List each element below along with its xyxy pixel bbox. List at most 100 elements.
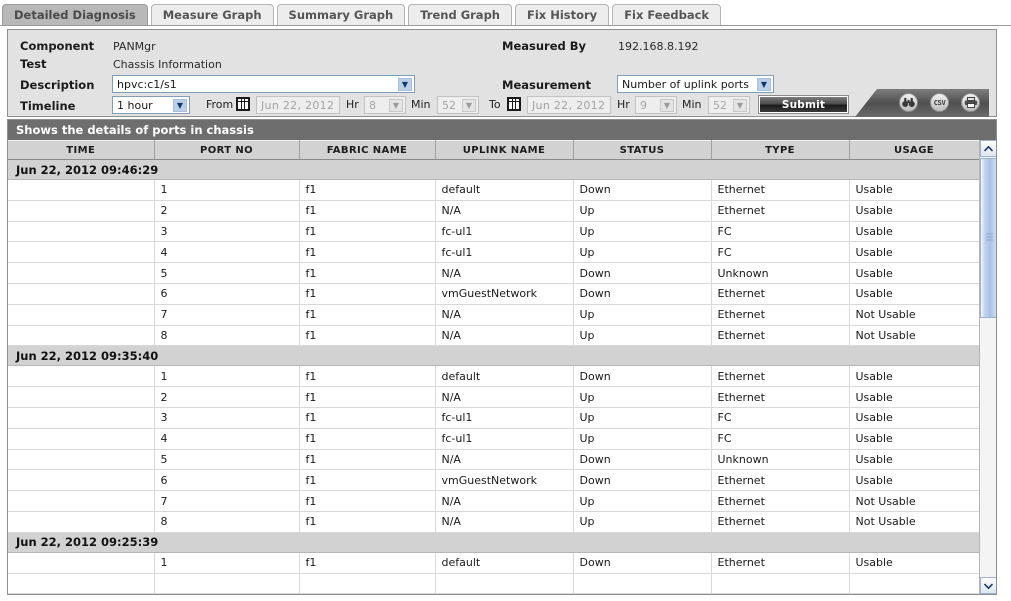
tab-fix-feedback[interactable]: Fix Feedback bbox=[612, 4, 722, 25]
column-header-fabric-name[interactable]: FABRIC NAME bbox=[299, 140, 436, 160]
cell-type: Ethernet bbox=[711, 283, 850, 305]
cell-time bbox=[8, 179, 155, 201]
table-row[interactable]: 6 f1 vmGuestNetwork Down Ethernet Usable bbox=[8, 469, 980, 492]
chevron-down-icon: ▼ bbox=[398, 78, 412, 91]
table-row[interactable]: 7 f1 N/A Up Ethernet Not Usable bbox=[8, 490, 980, 512]
table-row[interactable]: 5 f1 N/A Down Unknown Usable bbox=[8, 449, 980, 471]
table-row[interactable]: 7 f1 N/A Up Ethernet Not Usable bbox=[8, 304, 980, 326]
tab-summary-graph[interactable]: Summary Graph bbox=[276, 4, 406, 25]
tab-bar: Detailed Diagnosis Measure Graph Summary G… bbox=[0, 0, 1011, 26]
cell-fabric: f1 bbox=[299, 262, 436, 284]
tab-fix-history[interactable]: Fix History bbox=[514, 4, 610, 25]
cell-status: Down bbox=[573, 179, 712, 201]
submit-button[interactable]: Submit bbox=[758, 95, 849, 114]
to-hour-select[interactable]: 9 ▼ bbox=[635, 96, 677, 114]
group-header-row: Jun 22, 2012 09:25:39 bbox=[8, 531, 979, 553]
column-header-usage[interactable]: USAGE bbox=[849, 140, 980, 160]
binoculars-icon[interactable] bbox=[899, 93, 918, 112]
tab-detailed-diagnosis[interactable]: Detailed Diagnosis bbox=[2, 4, 148, 25]
component-label: Component bbox=[20, 39, 95, 53]
cell-time bbox=[8, 407, 155, 429]
table-row[interactable]: 3 f1 fc-ul1 Up FC Usable bbox=[8, 407, 980, 429]
cell-status: Down bbox=[573, 262, 712, 284]
cell-fabric: f1 bbox=[299, 221, 436, 243]
to-minute-select[interactable]: 52 ▼ bbox=[708, 96, 750, 114]
cell-port: 6 bbox=[154, 283, 300, 305]
table-row[interactable]: 3 f1 fc-ul1 Up FC Usable bbox=[8, 221, 980, 243]
cell-status: Up bbox=[573, 407, 712, 429]
column-header-port-no[interactable]: PORT NO bbox=[154, 140, 300, 160]
chevron-down-icon: ▼ bbox=[173, 99, 187, 112]
description-select[interactable]: hpvc:c1/s1 ▼ bbox=[112, 75, 415, 93]
cell-type bbox=[711, 573, 850, 594]
cell-time bbox=[8, 221, 155, 243]
tab-measure-graph[interactable]: Measure Graph bbox=[150, 4, 274, 25]
csv-icon[interactable]: CSV bbox=[930, 93, 949, 112]
cell-type: Ethernet bbox=[711, 365, 850, 388]
cell-time bbox=[8, 552, 155, 574]
cell-uplink: N/A bbox=[435, 449, 574, 471]
test-value: Chassis Information bbox=[113, 58, 222, 71]
query-form-panel: Component PANMgr Test Chassis Informatio… bbox=[7, 29, 997, 117]
description-label: Description bbox=[20, 78, 95, 92]
to-calendar-icon[interactable] bbox=[507, 97, 521, 111]
from-hour-select[interactable]: 8 ▼ bbox=[364, 96, 406, 114]
cell-type: FC bbox=[711, 221, 850, 243]
tab-trend-graph[interactable]: Trend Graph bbox=[408, 4, 512, 25]
cell-port: 2 bbox=[154, 200, 300, 222]
table-row[interactable]: 2 f1 N/A Up Ethernet Usable bbox=[8, 386, 980, 408]
cell-fabric: f1 bbox=[299, 304, 436, 326]
cell-status: Up bbox=[573, 386, 712, 408]
cell-time bbox=[8, 573, 155, 594]
cell-usage: Usable bbox=[849, 552, 980, 574]
column-header-time[interactable]: TIME bbox=[8, 140, 155, 160]
printer-icon[interactable] bbox=[961, 93, 980, 112]
from-minute-select[interactable]: 52 ▼ bbox=[437, 96, 479, 114]
table-row[interactable]: 5 f1 N/A Down Unknown Usable bbox=[8, 262, 980, 284]
measurement-label: Measurement bbox=[502, 78, 591, 92]
table-row[interactable]: 8 f1 N/A Up Ethernet Not Usable bbox=[8, 325, 980, 347]
cell-type: Ethernet bbox=[711, 200, 850, 222]
column-header-type[interactable]: TYPE bbox=[711, 140, 850, 160]
table-row[interactable]: 1 f1 default Down Ethernet Usable bbox=[8, 179, 980, 201]
to-date-field[interactable]: Jun 22, 2012 bbox=[527, 96, 611, 114]
cell-type: FC bbox=[711, 407, 850, 429]
cell-fabric: f1 bbox=[299, 428, 436, 450]
table-row[interactable]: 1 f1 default Down Ethernet Usable bbox=[8, 365, 980, 388]
chevron-down-icon: ▼ bbox=[660, 99, 674, 112]
cell-uplink: N/A bbox=[435, 325, 574, 347]
cell-type: FC bbox=[711, 428, 850, 450]
to-minute-label: Min bbox=[682, 98, 702, 111]
table-row[interactable]: 2 f1 N/A Up Ethernet Usable bbox=[8, 200, 980, 222]
cell-port: 4 bbox=[154, 241, 300, 264]
cell-fabric: f1 bbox=[299, 365, 436, 388]
cell-time bbox=[8, 469, 155, 492]
cell-fabric: f1 bbox=[299, 283, 436, 305]
column-header-uplink-name[interactable]: UPLINK NAME bbox=[435, 140, 574, 160]
cell-port: 6 bbox=[154, 469, 300, 492]
table-row[interactable]: 6 f1 vmGuestNetwork Down Ethernet Usable bbox=[8, 283, 980, 305]
cell-status: Up bbox=[573, 221, 712, 243]
measurement-select[interactable]: Number of uplink ports ▼ bbox=[617, 75, 774, 93]
column-header-status[interactable]: STATUS bbox=[573, 140, 712, 160]
scrollbar-thumb[interactable] bbox=[980, 158, 996, 318]
cell-status: Up bbox=[573, 241, 712, 264]
cell-fabric: f1 bbox=[299, 552, 436, 574]
cell-time bbox=[8, 428, 155, 450]
timeline-select[interactable]: 1 hour ▼ bbox=[112, 96, 190, 114]
table-row[interactable]: 8 f1 N/A Up Ethernet Not Usable bbox=[8, 511, 980, 533]
table-row[interactable]: 4 f1 fc-ul1 Up FC Usable bbox=[8, 428, 980, 450]
from-date-field[interactable]: Jun 22, 2012 bbox=[256, 96, 340, 114]
table-row[interactable]: 4 f1 fc-ul1 Up FC Usable bbox=[8, 241, 980, 264]
from-calendar-icon[interactable] bbox=[236, 97, 250, 111]
group-timestamp: Jun 22, 2012 09:35:40 bbox=[8, 345, 979, 367]
scroll-up-button[interactable] bbox=[980, 140, 996, 157]
scroll-down-button[interactable] bbox=[980, 577, 996, 594]
cell-usage: Usable bbox=[849, 365, 980, 388]
table-body: Jun 22, 2012 09:46:29 1 f1 default Down Ether… bbox=[8, 159, 980, 594]
table-row[interactable] bbox=[8, 573, 980, 594]
vertical-scrollbar[interactable] bbox=[979, 140, 996, 594]
cell-type: Ethernet bbox=[711, 325, 850, 347]
chevron-down-icon: ▼ bbox=[389, 99, 403, 112]
table-row[interactable]: 1 f1 default Down Ethernet Usable bbox=[8, 552, 980, 574]
